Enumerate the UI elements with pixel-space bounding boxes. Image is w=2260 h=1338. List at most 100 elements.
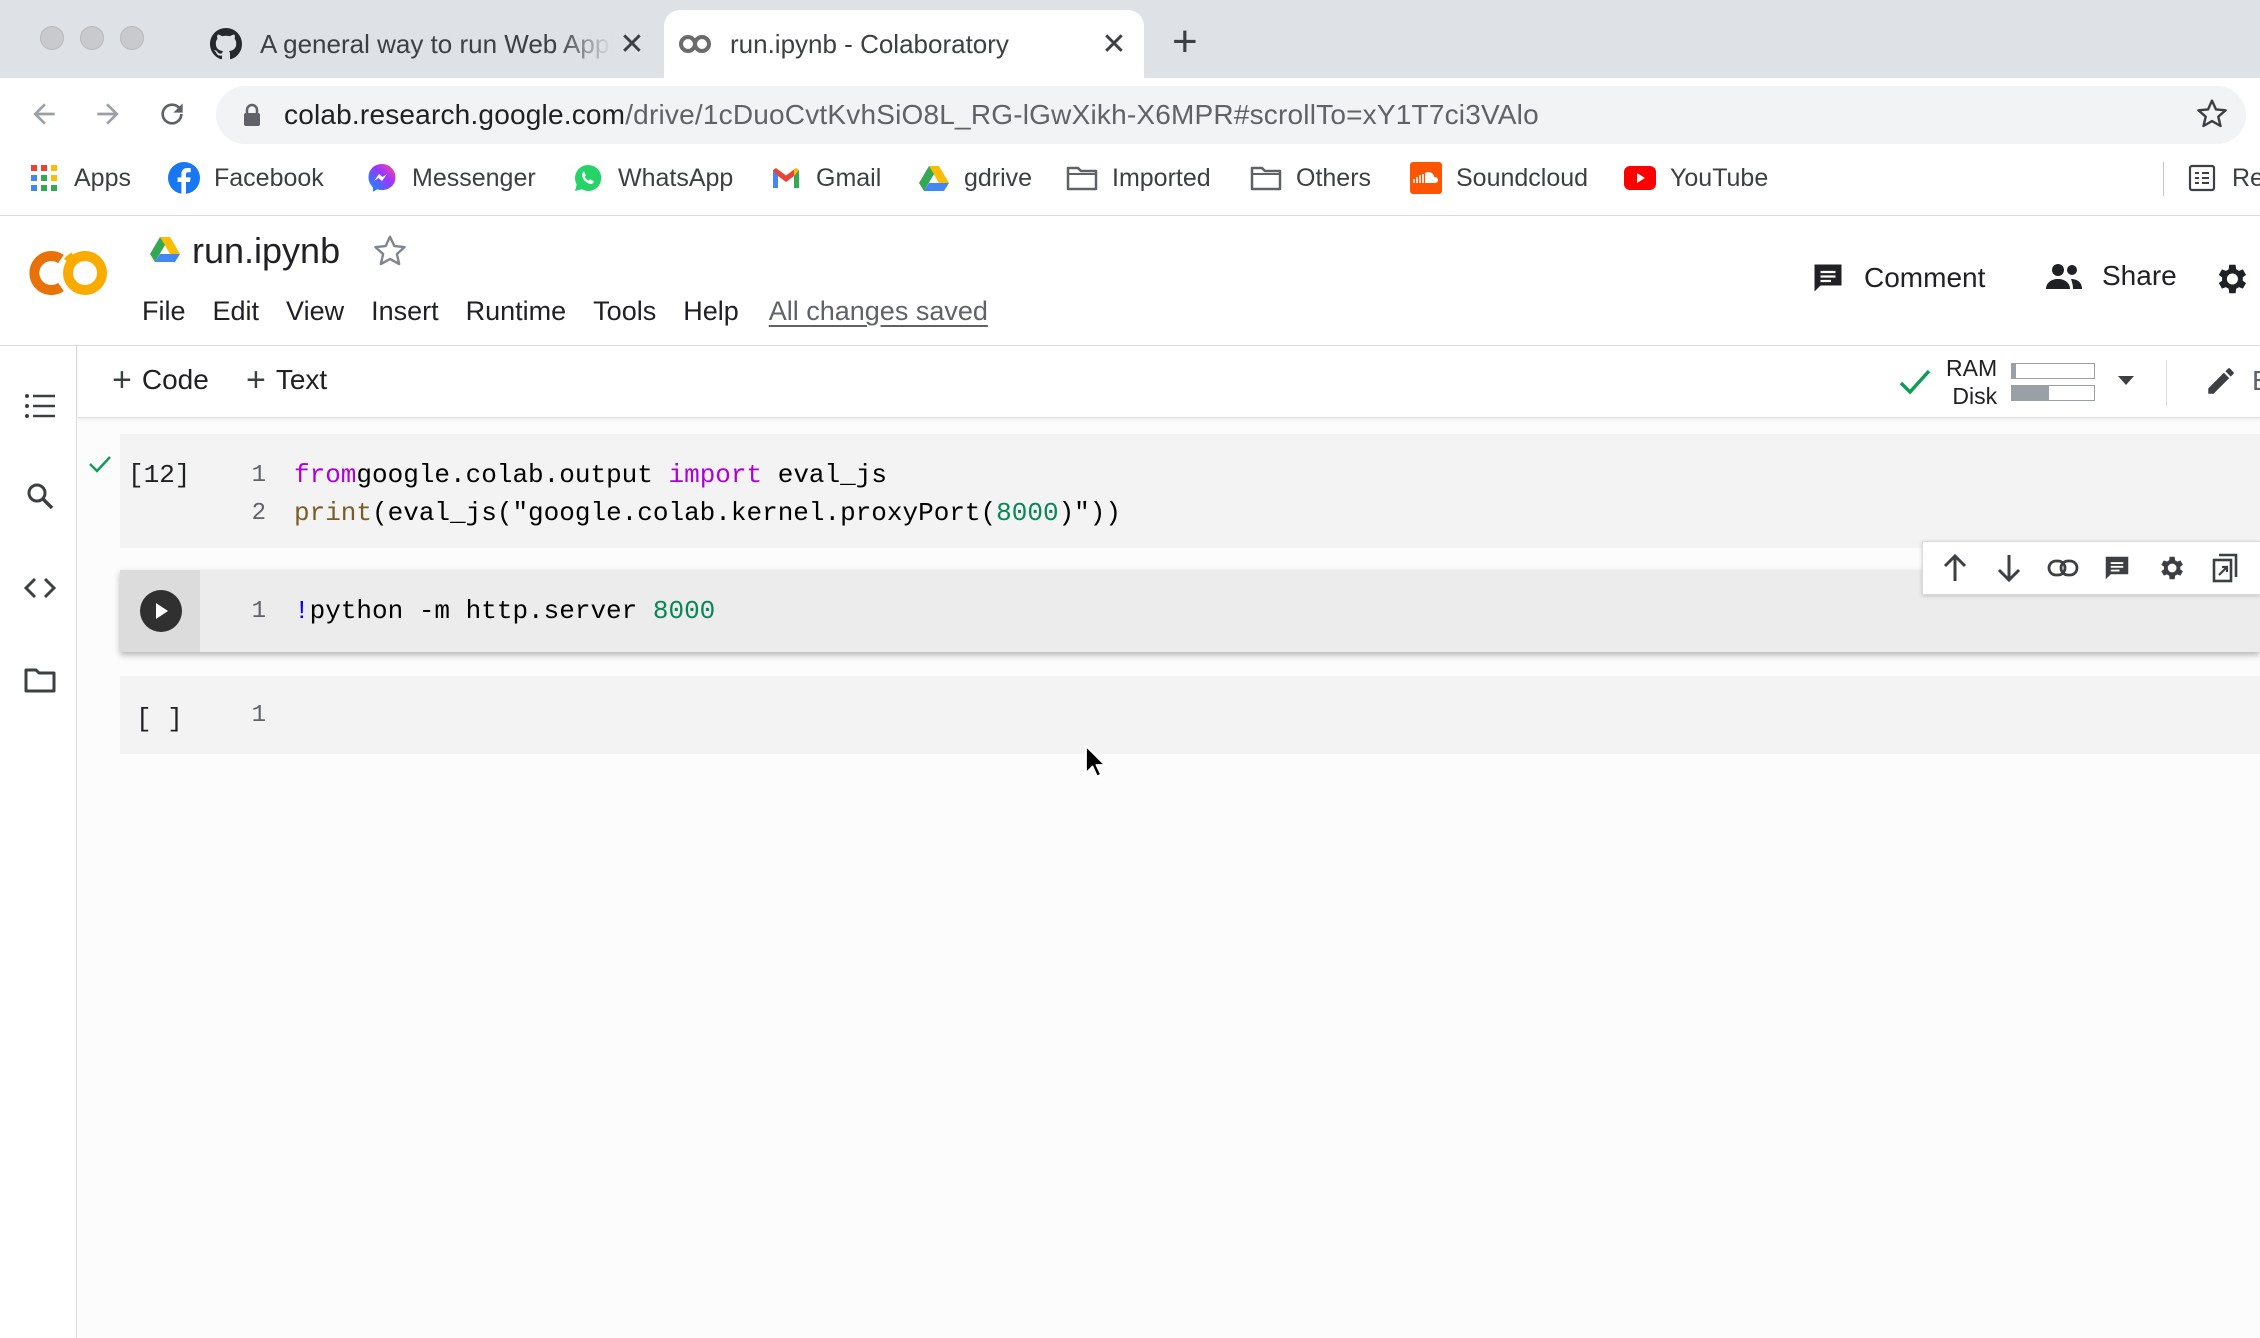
cell-toolbar: [1922, 541, 2260, 595]
mirror-cell-icon[interactable]: [2205, 548, 2245, 588]
run-cell-button[interactable]: [140, 590, 182, 632]
code-token: 8000: [652, 596, 716, 626]
bookmark-label: Gmail: [816, 163, 882, 192]
code-line[interactable]: print(eval_js("google.colab.kernel.proxy…: [294, 498, 1121, 528]
bookmark-facebook[interactable]: Facebook: [168, 150, 324, 206]
bookmark-folder-others[interactable]: Others: [1250, 150, 1371, 206]
code-cell-empty[interactable]: [ ] 1: [120, 676, 2260, 754]
menu-help[interactable]: Help: [683, 296, 739, 327]
settings-gear-icon[interactable]: [2212, 260, 2250, 298]
notebook-title[interactable]: run.ipynb: [192, 230, 340, 272]
bookmark-label: Imported: [1112, 163, 1211, 192]
new-tab-button[interactable]: +: [1172, 20, 1198, 64]
add-code-cell-button[interactable]: + Code: [112, 363, 209, 397]
move-cell-down-icon[interactable]: [1989, 548, 2029, 588]
line-number: 1: [251, 462, 266, 489]
editing-label: Editing: [2252, 365, 2260, 397]
window-close-dot[interactable]: [40, 26, 64, 50]
bookmarks-bar: Apps Facebook Messenger WhatsApp Gmail g…: [0, 150, 2260, 216]
bookmark-apps[interactable]: Apps: [28, 150, 131, 206]
cell-settings-gear-icon[interactable]: [2151, 548, 2191, 588]
bookmark-gmail[interactable]: Gmail: [770, 150, 881, 206]
add-text-cell-button[interactable]: + Text: [246, 363, 327, 397]
code-line[interactable]: fromgoogle.colab.output import eval_js: [294, 460, 887, 490]
ram-usage-fill: [2012, 364, 2017, 378]
url-host: colab.research.google.com: [284, 99, 626, 130]
address-bar[interactable]: colab.research.google.com/drive/1cDuoCvt…: [216, 86, 2246, 144]
bookmark-soundcloud[interactable]: Soundcloud: [1410, 150, 1588, 206]
back-arrow-icon[interactable]: [24, 94, 64, 134]
menu-tools[interactable]: Tools: [593, 296, 656, 327]
save-status-link[interactable]: All changes saved: [769, 296, 988, 327]
link-icon[interactable]: [2043, 548, 2083, 588]
bookmark-label: Facebook: [214, 163, 324, 192]
forward-arrow-icon[interactable]: [88, 94, 128, 134]
bookmark-label: YouTube: [1670, 163, 1769, 192]
code-token: print: [294, 498, 373, 528]
code-token: 8000: [996, 498, 1059, 528]
tab-title: A general way to run Web Appl: [260, 28, 612, 59]
bookmark-messenger[interactable]: Messenger: [366, 150, 536, 206]
window-zoom-dot[interactable]: [120, 26, 144, 50]
close-tab-icon[interactable]: ✕: [1094, 27, 1134, 62]
line-number: 1: [251, 598, 266, 625]
menu-runtime[interactable]: Runtime: [466, 296, 567, 327]
bookmark-reading-list[interactable]: Re: [2186, 150, 2260, 206]
code-token: from: [294, 460, 357, 490]
comment-icon: [1810, 260, 1846, 296]
code-line[interactable]: !python -m http.server 8000: [294, 596, 715, 626]
runtime-resources-button[interactable]: RAM Disk: [1898, 354, 2135, 410]
comment-icon[interactable]: [2097, 548, 2137, 588]
bookmark-label: Soundcloud: [1456, 163, 1589, 192]
menu-view[interactable]: View: [286, 296, 344, 327]
github-icon: [210, 28, 242, 60]
execution-success-check-icon: [88, 454, 112, 479]
code-token: (eval_js(: [372, 498, 513, 528]
line-number: 2: [251, 500, 266, 527]
menu-insert[interactable]: Insert: [371, 296, 439, 327]
menu-edit[interactable]: Edit: [213, 296, 260, 327]
comment-label: Comment: [1864, 262, 1986, 293]
move-cell-up-icon[interactable]: [1935, 548, 1975, 588]
editing-mode-button[interactable]: Editing: [2204, 364, 2260, 398]
code-token: )): [1089, 498, 1121, 528]
browser-tab-colab[interactable]: run.ipynb - Colaboratory ✕: [664, 10, 1144, 78]
bookmark-star-icon[interactable]: [2196, 98, 2228, 135]
star-icon[interactable]: [372, 233, 408, 269]
colab-logo-icon[interactable]: [28, 246, 112, 305]
bookmark-gdrive[interactable]: gdrive: [918, 150, 1032, 206]
comment-button[interactable]: Comment: [1810, 260, 1985, 296]
reload-icon[interactable]: [152, 94, 192, 134]
bookmark-whatsapp[interactable]: WhatsApp: [572, 150, 733, 206]
bookmark-label: WhatsApp: [618, 163, 734, 192]
lock-icon: [242, 103, 262, 127]
code-token: eval_js: [762, 460, 887, 490]
table-of-contents-icon[interactable]: [20, 386, 60, 426]
messenger-icon: [366, 162, 398, 194]
close-tab-icon[interactable]: ✕: [612, 27, 652, 62]
whatsapp-icon: [572, 162, 604, 194]
files-folder-icon[interactable]: [20, 660, 60, 700]
bookmark-label: Re: [2232, 163, 2260, 192]
screen: A general way to run Web Appl ✕ run.ipyn…: [0, 0, 2260, 1338]
browser-tab-github[interactable]: A general way to run Web Appl ✕: [196, 10, 662, 78]
caret-down-icon[interactable]: [2117, 373, 2135, 391]
disk-usage-bar: [2011, 385, 2096, 401]
execution-count: [12]: [128, 460, 191, 490]
code-cell[interactable]: [12] 1 fromgoogle.colab.output import ev…: [120, 434, 2260, 548]
people-icon: [2044, 261, 2084, 291]
gdrive-icon: [918, 162, 950, 194]
share-button[interactable]: Share: [2044, 260, 2177, 292]
bookmark-youtube[interactable]: YouTube: [1624, 150, 1768, 206]
soundcloud-icon: [1410, 162, 1442, 194]
bookmark-folder-imported[interactable]: Imported: [1066, 150, 1211, 206]
code-snippets-icon[interactable]: [20, 568, 60, 608]
search-icon[interactable]: [20, 476, 60, 516]
colab-header: run.ipynb File Edit View Insert Runtime …: [0, 216, 2260, 346]
folder-icon: [1066, 162, 1098, 194]
browser-tab-strip: A general way to run Web Appl ✕ run.ipyn…: [0, 0, 2260, 78]
menu-file[interactable]: File: [142, 296, 186, 327]
url-path: /drive/1cDuoCvtKvhSiO8L_RG-lGwXikh-X6MPR…: [625, 99, 1539, 130]
reading-list-icon: [2186, 162, 2218, 194]
window-minimize-dot[interactable]: [80, 26, 104, 50]
